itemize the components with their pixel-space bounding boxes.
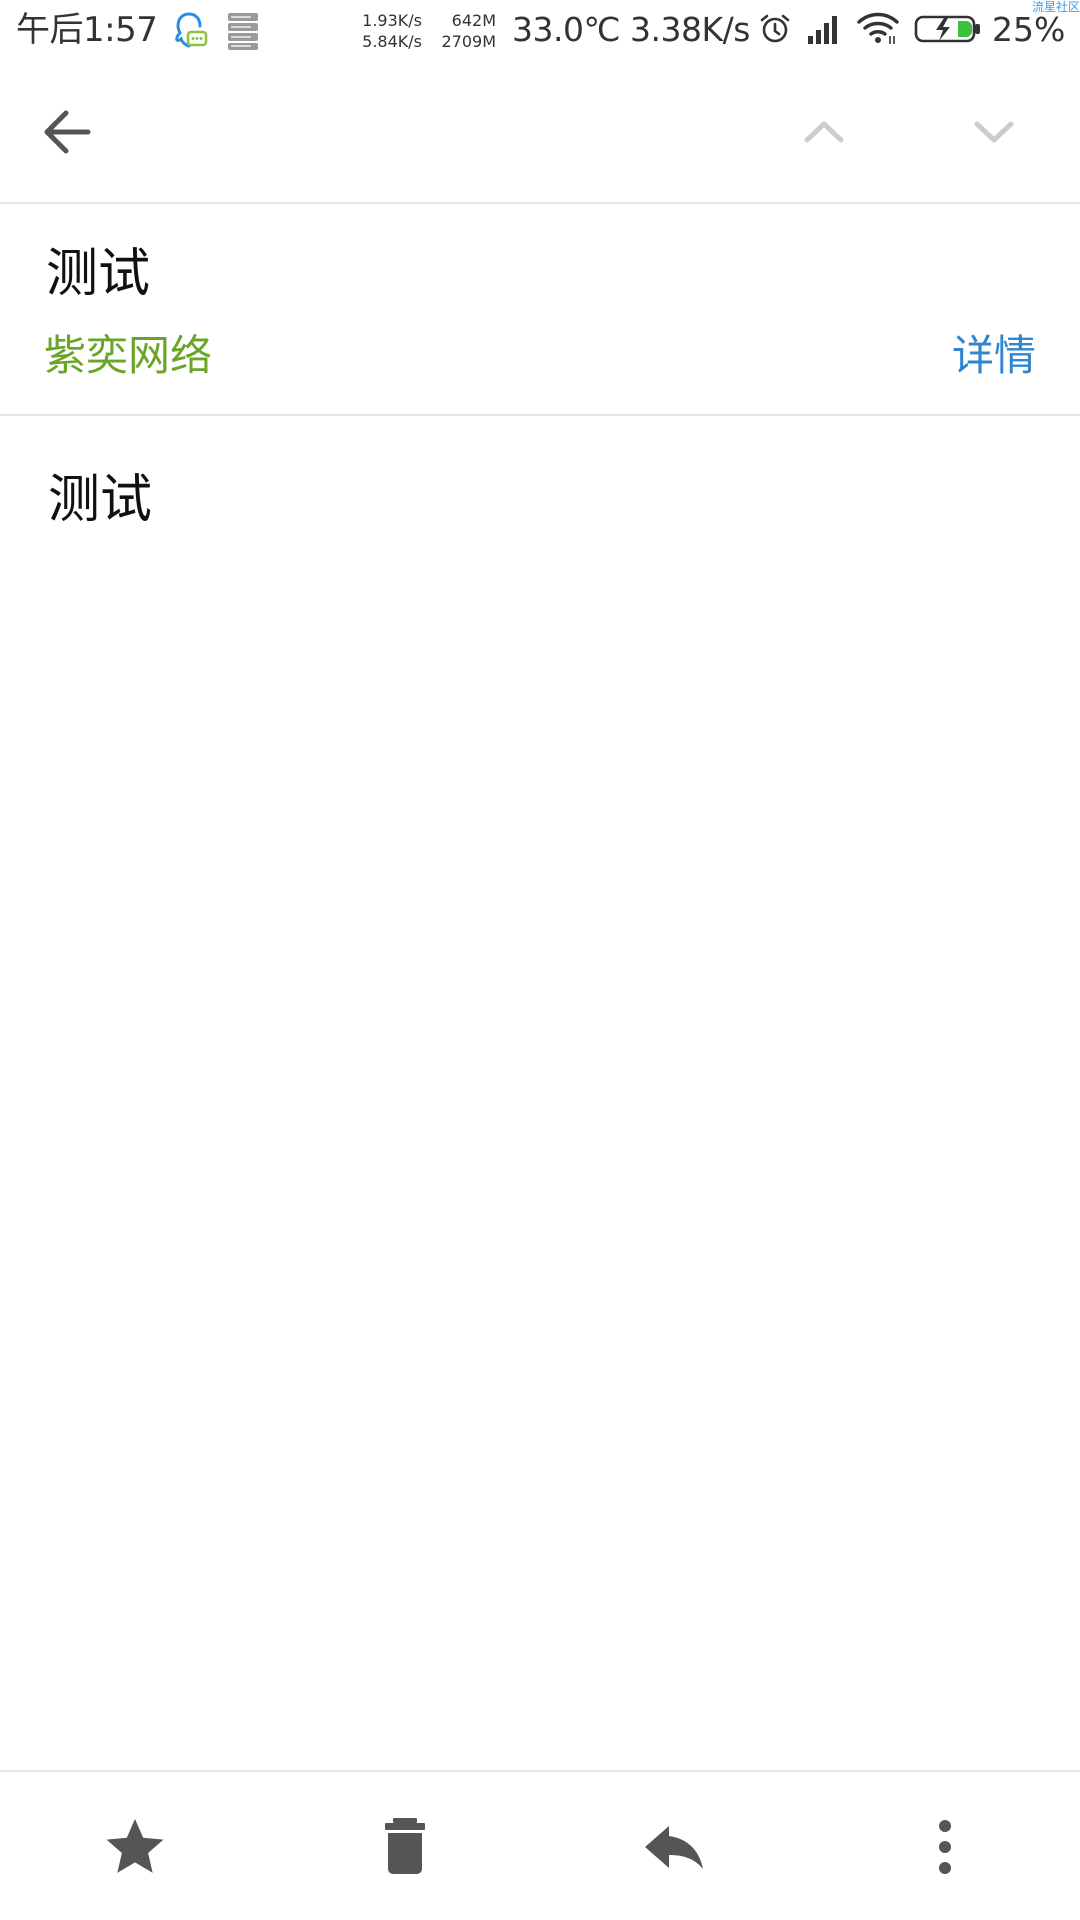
previous-message-button[interactable] (784, 92, 864, 172)
net-down-speed: 5.84K/s (362, 32, 422, 51)
message-subject: 测试 (46, 244, 151, 304)
trash-icon (385, 1818, 425, 1874)
speed-readout: 3.38K/s (630, 10, 750, 49)
star-icon (106, 1819, 164, 1873)
back-arrow-icon (44, 110, 91, 154)
wifi-icon (856, 12, 900, 46)
email-detail-screen: 午后1:57 1.93K/s 5.84K/s 642M 2709M 33.0℃ … (0, 0, 1080, 1920)
alarm-icon (758, 12, 792, 46)
status-bar: 午后1:57 1.93K/s 5.84K/s 642M 2709M 33.0℃ … (0, 0, 1080, 62)
more-vert-icon (939, 1820, 951, 1874)
star-button[interactable] (90, 1802, 180, 1892)
memory-total: 2709M (441, 32, 496, 51)
back-button[interactable] (30, 92, 110, 172)
bottom-action-bar (0, 1770, 1080, 1920)
chevron-down-icon (974, 121, 1014, 143)
qq-icon (168, 10, 210, 52)
temperature-readout: 33.0℃ (512, 10, 621, 49)
reply-button[interactable] (630, 1802, 720, 1892)
message-header: 测试 紫奕网络 详情 (0, 204, 1080, 416)
message-body: 测试 (48, 470, 153, 530)
more-options-button[interactable] (900, 1802, 990, 1892)
message-toolbar (0, 62, 1080, 204)
memory-readout: 642M 2709M (432, 10, 496, 52)
status-time: 午后1:57 (16, 10, 158, 50)
reply-icon (645, 1826, 703, 1869)
corner-watermark-label: 流星社区 (1031, 0, 1080, 14)
message-sender[interactable]: 紫奕网络 (44, 330, 212, 382)
battery-charging-icon (914, 14, 982, 44)
memory-used: 642M (451, 11, 496, 30)
delete-button[interactable] (360, 1802, 450, 1892)
net-up-speed: 1.93K/s (362, 11, 422, 30)
chevron-up-icon (804, 121, 844, 143)
battery-percent: 25% (992, 10, 1066, 49)
next-message-button[interactable] (954, 92, 1034, 172)
network-speed-readout: 1.93K/s 5.84K/s (356, 10, 422, 52)
signal-icon (806, 14, 840, 44)
details-link[interactable]: 详情 (952, 330, 1036, 382)
server-icon (224, 10, 262, 52)
